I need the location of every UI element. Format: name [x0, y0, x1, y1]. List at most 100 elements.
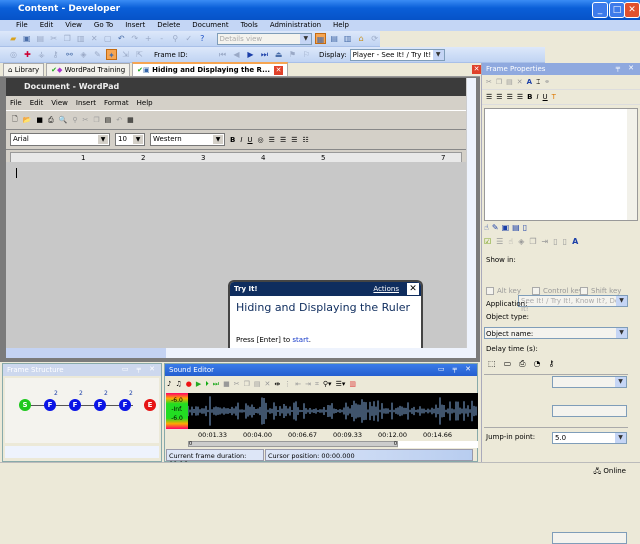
scroll-thumb[interactable]	[6, 348, 166, 358]
jump-in-field[interactable]	[552, 532, 627, 544]
page-icon[interactable]: ▯	[553, 237, 557, 246]
range-start[interactable]: 0	[189, 441, 192, 447]
menu-go-to[interactable]: Go To	[88, 20, 119, 31]
delete-icon[interactable]: ✕	[264, 380, 270, 388]
print-preview-icon[interactable]: 🔍	[59, 116, 68, 124]
font-icon[interactable]: A	[527, 78, 532, 86]
trim-end-icon[interactable]: ⇥	[305, 380, 311, 388]
close-document-icon[interactable]: ✕	[472, 65, 481, 74]
tab-wordpad-training[interactable]: ✔◆ WordPad Training	[46, 63, 131, 76]
menu-insert[interactable]: Insert	[119, 20, 151, 31]
menu-help[interactable]: Help	[327, 20, 355, 31]
cut-icon[interactable]: ✂	[486, 78, 492, 86]
open-icon[interactable]: ▰	[8, 33, 19, 44]
object-name-field[interactable]	[552, 405, 627, 417]
new-icon[interactable]: 🗋	[12, 115, 18, 126]
properties-icon[interactable]: ▢	[103, 33, 114, 44]
select-region-icon[interactable]: ⬚	[488, 359, 496, 369]
view-combo[interactable]: Details view ▼	[216, 32, 313, 45]
frame-node[interactable]: S	[19, 399, 31, 411]
panel-buttons[interactable]: ╤ ✕	[616, 64, 637, 72]
print-icon[interactable]: ▤	[35, 33, 46, 44]
levels-icon[interactable]: ▥	[349, 380, 356, 388]
display-combo[interactable]: Player - See It! / Try It! ▼	[349, 48, 445, 61]
frame-node[interactable]: E	[144, 399, 156, 411]
print-icon[interactable]: ⎙	[48, 116, 54, 125]
insert-frame-icon[interactable]: ✚	[22, 49, 33, 60]
bullets-icon[interactable]: ☷	[303, 136, 309, 144]
panel-buttons[interactable]: ▭ ╤ ✕	[122, 365, 158, 373]
minimize-button[interactable]: _	[592, 2, 608, 18]
bold-icon[interactable]: B	[230, 136, 235, 144]
menu-edit[interactable]: Edit	[34, 20, 60, 31]
editor-scrollbar[interactable]	[627, 109, 637, 220]
menu-view[interactable]: View	[59, 20, 88, 31]
align-center-icon[interactable]: ☰	[496, 93, 502, 101]
start-link[interactable]: start	[292, 336, 308, 344]
frame-node[interactable]: F	[44, 399, 56, 411]
zoom-in-icon[interactable]: +	[143, 33, 154, 44]
save-icon[interactable]: ■	[36, 116, 43, 124]
goto-end-icon[interactable]: ⏏	[273, 49, 284, 60]
page-down-icon[interactable]: ▯	[563, 237, 567, 246]
copy-icon[interactable]: ❐	[496, 78, 502, 86]
alternative-icon[interactable]: ⚷	[50, 49, 61, 60]
rectangle-icon[interactable]: ▭	[504, 359, 512, 369]
tab-edit-icon[interactable]: ✎	[492, 223, 499, 232]
shift-key-checkbox[interactable]	[580, 287, 588, 295]
list-icon[interactable]: ☰	[496, 237, 503, 246]
last-frame-icon[interactable]: ⏭	[259, 49, 270, 60]
flag2-icon[interactable]: ⚐	[301, 49, 312, 60]
frame-node[interactable]: F	[94, 399, 106, 411]
paste-icon[interactable]: ▤	[105, 116, 112, 124]
range-slider[interactable]: 00	[188, 441, 398, 447]
refresh-icon[interactable]: ⟳	[369, 33, 380, 44]
vertical-scrollbar[interactable]	[466, 78, 476, 348]
paste-icon[interactable]: ▥	[76, 33, 87, 44]
record-icon[interactable]: ●	[186, 380, 192, 388]
align-center-icon[interactable]: ☰	[280, 136, 286, 144]
move-icon[interactable]: ⇥	[542, 237, 549, 246]
horizontal-layout-icon[interactable]: ▤	[329, 33, 340, 44]
show-in-combo[interactable]: See It! / Try It!, Know It?, Do It! ▼	[518, 295, 628, 313]
prev-frame-icon[interactable]: ◀	[231, 49, 242, 60]
color-icon[interactable]: ◎	[258, 136, 264, 144]
play-icon[interactable]: ⏵	[205, 380, 209, 389]
tab-window-icon[interactable]: ▤	[512, 223, 520, 232]
tab-library[interactable]: ⌂ Library	[3, 63, 45, 76]
play-frame-icon[interactable]: ▶	[196, 380, 201, 388]
wordpad-menu-view[interactable]: View	[51, 99, 68, 110]
save-icon[interactable]: ▣	[22, 33, 33, 44]
flag-icon[interactable]: ⚑	[287, 49, 298, 60]
align-left-icon[interactable]: ☰	[486, 93, 492, 101]
approve-icon[interactable]: ☑	[484, 237, 491, 246]
close-button[interactable]: ✕	[624, 2, 640, 18]
menu-administration[interactable]: Administration	[264, 20, 327, 31]
first-frame-icon[interactable]: ⏮	[217, 49, 228, 60]
frame-export-icon[interactable]: ⇲	[120, 49, 131, 60]
menu-delete[interactable]: Delete	[151, 20, 186, 31]
help-icon[interactable]: ?	[197, 33, 208, 44]
delete-icon[interactable]: ✕	[89, 33, 100, 44]
import-sound-icon[interactable]: ♪	[167, 380, 171, 388]
fill-icon[interactable]: ◈	[518, 237, 524, 246]
record-icon[interactable]: ◎	[8, 49, 19, 60]
range-end[interactable]: 0	[394, 442, 397, 447]
text-icon[interactable]: A	[572, 237, 578, 246]
paste-icon[interactable]: ▤	[506, 78, 513, 86]
frame-node[interactable]: F	[119, 399, 131, 411]
alt-key-checkbox[interactable]	[486, 287, 494, 295]
maximize-button[interactable]: □	[609, 2, 625, 18]
align-right-icon[interactable]: ☰	[507, 93, 513, 101]
export-sound-icon[interactable]: ♫	[175, 380, 181, 388]
align-right-icon[interactable]: ☰	[291, 136, 297, 144]
print-icon[interactable]: ⎙	[519, 359, 525, 369]
next-frame-icon[interactable]: ▶	[245, 49, 256, 60]
branch-icon[interactable]: ⚶	[36, 49, 47, 60]
wordpad-menu-help[interactable]: Help	[137, 99, 153, 110]
copy-icon[interactable]: ❐	[529, 237, 536, 246]
tab-document-icon[interactable]: ▯	[523, 223, 527, 232]
object-type-combo[interactable]: ▼	[552, 376, 627, 388]
tab-screen-icon[interactable]: ▣	[502, 223, 510, 232]
tab-hiding-displaying[interactable]: ✔▣ Hiding and Displaying the R... ✕	[132, 62, 289, 76]
